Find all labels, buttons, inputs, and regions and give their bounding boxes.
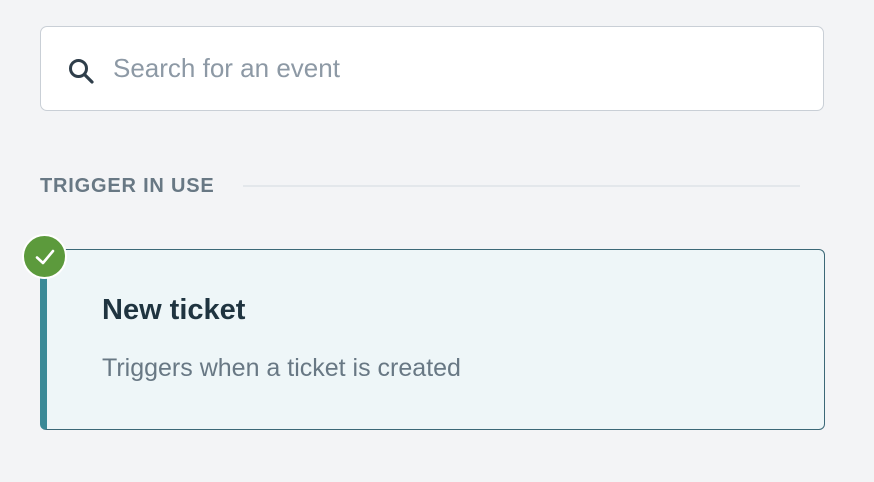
search-box[interactable] <box>40 26 824 111</box>
trigger-description: Triggers when a ticket is created <box>102 354 461 382</box>
section-header: TRIGGER IN USE <box>40 170 800 202</box>
section-title: TRIGGER IN USE <box>40 174 215 197</box>
search-input[interactable] <box>113 27 803 110</box>
trigger-title: New ticket <box>102 294 246 326</box>
section-divider <box>242 185 800 187</box>
checkmark-icon <box>22 234 67 279</box>
trigger-card-new-ticket[interactable]: New ticket Triggers when a ticket is cre… <box>40 249 825 430</box>
search-icon <box>67 57 95 85</box>
